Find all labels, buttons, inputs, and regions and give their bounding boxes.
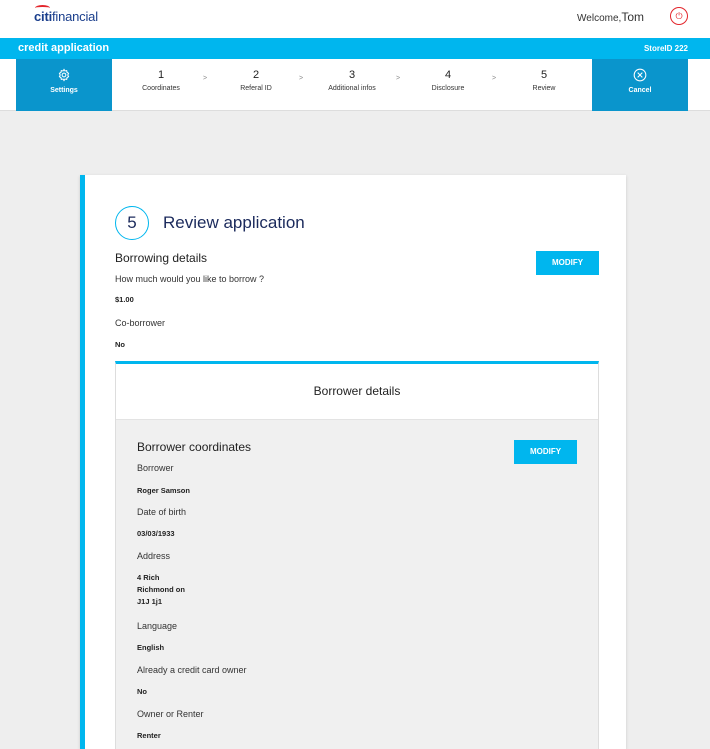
app-title: credit application: [18, 42, 110, 54]
step-separator: >: [396, 75, 401, 82]
logo-citi-text: citi: [34, 9, 52, 24]
cc-owner-label: Already a credit card owner: [137, 665, 247, 675]
modify-borrowing-button[interactable]: MODIFY: [536, 251, 599, 275]
step-label: Referal ID: [240, 85, 272, 92]
coborrower-label: Co-borrower: [115, 318, 166, 328]
dob-value: 03/03/1933: [137, 529, 175, 538]
store-id: StoreID 222: [643, 44, 688, 53]
welcome-prefix: Welcome,: [577, 13, 622, 24]
cancel-label: Cancel: [628, 87, 652, 94]
borrower-coordinates-heading: Borrower coordinates: [137, 440, 252, 454]
step-label: Review: [532, 85, 556, 92]
user-name: Tom: [621, 10, 644, 24]
owner-renter-value: Renter: [137, 731, 161, 740]
citi-financial-logo[interactable]: citifinancial: [34, 5, 98, 24]
logo-arc-icon: [35, 5, 50, 11]
step-number: 4: [444, 69, 452, 81]
language-value: English: [137, 643, 165, 652]
language-label: Language: [137, 621, 178, 631]
borrower-coordinates-panel: [116, 420, 598, 749]
coborrower-value: No: [115, 340, 125, 349]
step-review[interactable]: 5 Review: [504, 69, 584, 92]
cancel-button[interactable]: Cancel: [592, 59, 688, 111]
review-card: 5 Review application Borrowing details M…: [80, 175, 626, 749]
address-line-3: J1J 1j1: [137, 597, 163, 606]
top-bar: citifinancial Welcome,Tom ⏻: [0, 0, 710, 38]
app-bar: credit application StoreID 222: [0, 38, 710, 59]
step-number: 2: [252, 69, 260, 81]
borrowing-details-heading: Borrowing details: [115, 251, 208, 265]
step-label: Additional infos: [328, 85, 376, 92]
step-label: Disclosure: [431, 85, 465, 92]
page-title: Review application: [163, 213, 305, 232]
cc-owner-value: No: [137, 687, 147, 696]
step-number: 5: [540, 69, 548, 81]
step-separator: >: [299, 75, 304, 82]
step-label: Coordinates: [142, 85, 180, 92]
settings-button[interactable]: Settings: [16, 59, 112, 111]
step-number: 1: [157, 69, 165, 81]
address-label: Address: [137, 551, 171, 561]
step-navigation: Settings 1 Coordinates > 2 Referal ID > …: [0, 59, 710, 111]
borrower-details-section: Borrower details: [115, 361, 599, 749]
step-number-badge: 5: [115, 206, 149, 240]
owner-renter-label: Owner or Renter: [137, 709, 204, 719]
borrower-details-heading: Borrower details: [313, 384, 401, 398]
step-separator: >: [492, 75, 497, 82]
amount-question-label: How much would you like to borrow ?: [115, 274, 265, 284]
step-separator: >: [203, 75, 208, 82]
settings-label: Settings: [50, 87, 78, 94]
step-additional-infos[interactable]: 3 Additional infos: [312, 69, 392, 92]
modify-coordinates-button[interactable]: MODIFY: [514, 440, 577, 464]
address-line-2: Richmond on: [137, 585, 185, 594]
welcome-message: Welcome,Tom: [577, 10, 644, 24]
borrower-details-header: Borrower details: [116, 364, 598, 420]
step-disclosure[interactable]: 4 Disclosure: [408, 69, 488, 92]
borrower-label: Borrower: [137, 463, 174, 473]
dob-label: Date of birth: [137, 507, 187, 517]
gear-icon: [58, 68, 70, 82]
step-number: 3: [348, 69, 356, 81]
amount-value: $1.00: [115, 295, 134, 304]
step-referal-id[interactable]: 2 Referal ID: [216, 69, 296, 92]
close-circle-icon: [633, 68, 647, 82]
borrower-value: Roger Samson: [137, 486, 190, 495]
step-coordinates[interactable]: 1 Coordinates: [121, 69, 201, 92]
address-line-1: 4 Rich: [137, 573, 160, 582]
power-icon[interactable]: ⏻: [670, 7, 688, 25]
logo-financial-text: financial: [51, 9, 98, 24]
